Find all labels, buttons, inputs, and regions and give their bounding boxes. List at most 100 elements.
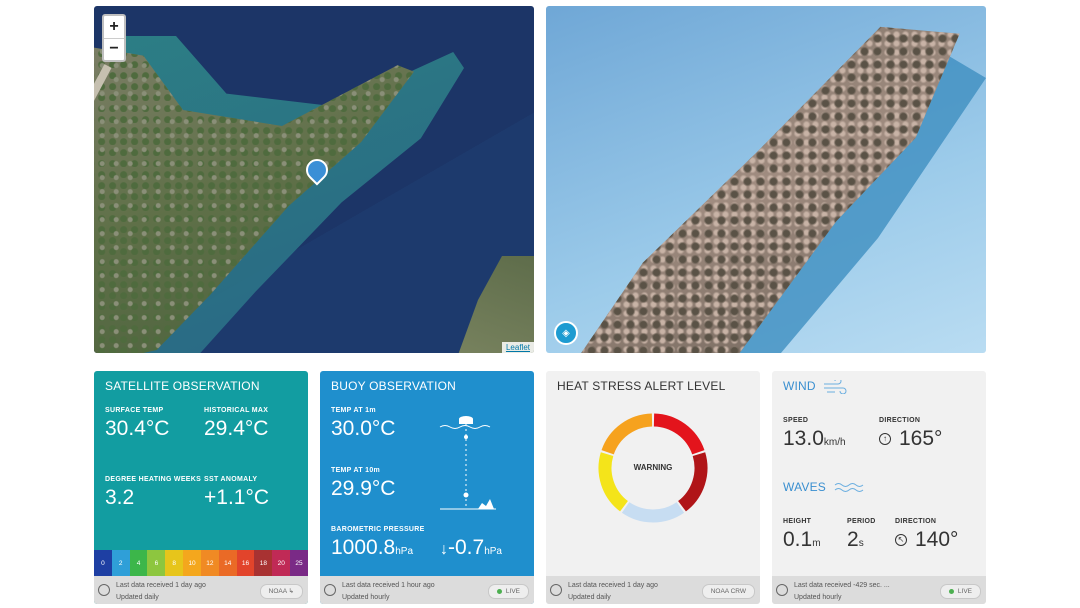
live-label: LIVE [505, 588, 520, 595]
historical-max-label: HISTORICAL MAX [204, 407, 269, 414]
zoom-in-button[interactable]: + [104, 16, 124, 38]
scale-step: 25 [290, 550, 308, 576]
historical-max-value: 29.4°C [204, 417, 269, 440]
speed-unit: km/h [823, 437, 846, 448]
arrow-down-icon: ↓ [440, 541, 448, 558]
pressure-value: 1000.8hPa [331, 536, 413, 560]
temp-10m-label: TEMP AT 10m [331, 467, 381, 474]
ring-segment [601, 413, 653, 455]
period-number: 2 [847, 528, 859, 551]
scale-step: 20 [272, 550, 291, 576]
source-badge[interactable]: NOAA ↳ [259, 584, 303, 599]
ring-segment [621, 501, 685, 523]
last-received: Last data received -429 sec. ... [794, 582, 890, 589]
ring-segment [653, 413, 705, 455]
source-label: NOAA [268, 588, 287, 595]
source-badge[interactable]: NOAA CRW [701, 584, 755, 599]
pressure-number: 1000.8 [331, 536, 396, 559]
live-badge[interactable]: LIVE [939, 584, 981, 599]
clock-icon [98, 584, 110, 596]
clock-icon [776, 584, 788, 596]
pressure-trend-number: -0.7 [448, 536, 485, 559]
scale-step: 8 [165, 550, 184, 576]
clock-icon [324, 584, 336, 596]
live-badge[interactable]: LIVE [487, 584, 529, 599]
wind-waves-card: WIND SPEED 13.0km/h DIRECTION ↑ 165° WAVE… [772, 371, 986, 604]
update-frequency: Updated hourly [794, 594, 842, 601]
card-title: HEAT STRESS ALERT LEVEL [557, 379, 726, 393]
update-frequency: Updated daily [116, 594, 159, 601]
ring-segment [598, 452, 629, 512]
buoy-observation-card: BUOY OBSERVATION TEMP AT 1m 30.0°C TEMP … [320, 371, 534, 604]
cube-icon[interactable]: ◈ [554, 321, 578, 345]
satellite-map[interactable]: + − Leaflet [94, 6, 534, 353]
zoom-out-button[interactable]: − [104, 37, 124, 61]
card-footer: Last data received 1 day ago Updated dai… [546, 576, 760, 604]
heat-stress-card: HEAT STRESS ALERT LEVEL WARNING Last dat… [546, 371, 760, 604]
card-footer: Last data received -429 sec. ... Updated… [772, 576, 986, 604]
sst-anomaly-value: +1.1°C [204, 486, 270, 509]
3d-reef-model[interactable]: ◈ [546, 6, 986, 353]
card-footer: Last data received 1 day ago Updated dai… [94, 576, 308, 604]
direction-arrow-icon: ↖ [895, 534, 907, 547]
temp-1m-label: TEMP AT 1m [331, 407, 376, 414]
surface-temp-label: SURFACE TEMP [105, 407, 164, 414]
buoy-diagram-icon [439, 416, 496, 510]
period-label: PERIOD [847, 518, 876, 525]
speed-label: SPEED [783, 417, 809, 424]
pressure-trend: ↓-0.7hPa [440, 536, 502, 560]
period-value: 2s [847, 528, 864, 552]
wave-direction-number: 140° [915, 528, 959, 551]
surface-temp-value: 30.4°C [105, 417, 170, 440]
card-footer: Last data received 1 hour ago Updated ho… [320, 576, 534, 604]
sst-anomaly-label: SST ANOMALY [204, 476, 258, 483]
scale-step: 6 [147, 550, 166, 576]
live-dot-icon [496, 588, 502, 594]
scale-step: 2 [111, 550, 130, 576]
alert-level-text: WARNING [633, 463, 673, 472]
period-unit: s [858, 538, 864, 549]
scale-step: 0 [94, 550, 112, 576]
live-label: LIVE [957, 588, 972, 595]
pressure-trend-unit: hPa [484, 546, 502, 557]
card-title: BUOY OBSERVATION [331, 379, 457, 393]
wind-direction-label: DIRECTION [879, 417, 921, 424]
leaflet-attribution-link[interactable]: Leaflet [501, 342, 534, 353]
height-label: HEIGHT [783, 518, 812, 525]
speed-value: 13.0km/h [783, 427, 846, 451]
live-dot-icon [948, 588, 954, 594]
update-frequency: Updated daily [568, 594, 611, 601]
island-land [94, 46, 414, 353]
wind-icon [824, 377, 847, 395]
satellite-observation-card: SATELLITE OBSERVATION SURFACE TEMP 30.4°… [94, 371, 308, 604]
height-number: 0.1 [783, 528, 813, 551]
wind-title-text: WIND [783, 379, 816, 393]
last-received: Last data received 1 day ago [116, 582, 206, 589]
scale-step: 16 [236, 550, 255, 576]
wind-title: WIND [783, 377, 847, 395]
dhw-value: 3.2 [105, 486, 135, 509]
wind-direction-number: 165° [899, 427, 943, 450]
scale-step: 12 [200, 550, 219, 576]
zoom-control: + − [102, 14, 126, 62]
waves-title: WAVES [783, 480, 864, 495]
scale-step: 10 [183, 550, 201, 576]
dhw-label: DEGREE HEATING WEEKS [105, 476, 202, 483]
waves-title-text: WAVES [783, 480, 827, 494]
pressure-label: BAROMETRIC PRESSURE [331, 526, 425, 533]
height-value: 0.1m [783, 528, 821, 552]
temp-1m-value: 30.0°C [331, 417, 396, 440]
external-link-icon: ↳ [288, 588, 294, 595]
clock-icon [550, 584, 562, 596]
pressure-unit: hPa [395, 546, 414, 557]
wave-direction-label: DIRECTION [895, 518, 937, 525]
scale-step: 18 [254, 550, 273, 576]
dhw-color-scale: 0 2 4 6 8 10 12 14 16 18 20 25 [94, 550, 308, 576]
ring-segment [677, 452, 708, 512]
temp-10m-value: 29.9°C [331, 477, 396, 500]
speed-number: 13.0 [783, 427, 824, 450]
wave-direction-value: ↖ 140° [895, 528, 958, 552]
reef-terrain [581, 26, 960, 353]
scale-step: 4 [129, 550, 148, 576]
card-title: SATELLITE OBSERVATION [105, 379, 260, 393]
